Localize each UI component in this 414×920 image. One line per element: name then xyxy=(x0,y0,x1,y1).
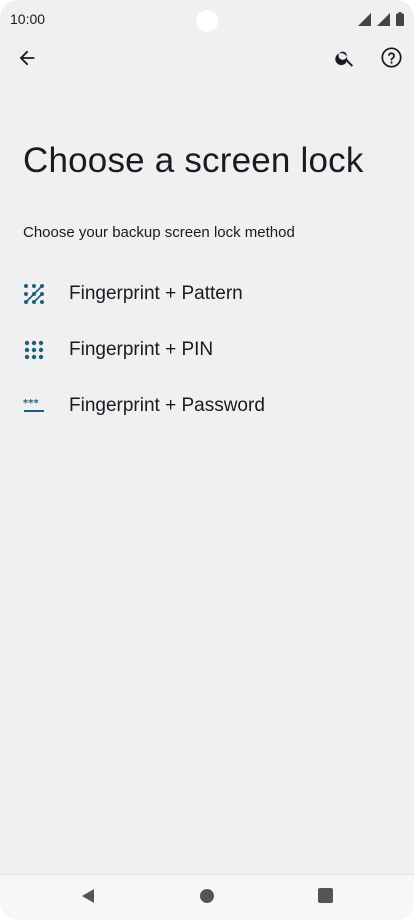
status-icons xyxy=(358,12,404,26)
option-fingerprint-pin[interactable]: Fingerprint + PIN xyxy=(0,322,414,378)
search-button[interactable] xyxy=(325,40,365,80)
screen-lock-options: Fingerprint + Pattern Fingerprint + PIN … xyxy=(0,266,414,434)
nav-home-icon xyxy=(199,888,215,909)
option-label: Fingerprint + Password xyxy=(69,395,265,416)
back-button[interactable] xyxy=(7,40,47,80)
option-fingerprint-pattern[interactable]: Fingerprint + Pattern xyxy=(0,266,414,322)
option-label: Fingerprint + PIN xyxy=(69,339,214,360)
status-bar: 10:00 xyxy=(0,0,414,38)
nav-recents-button[interactable] xyxy=(312,885,338,911)
nav-back-button[interactable] xyxy=(75,885,101,911)
nav-home-button[interactable] xyxy=(194,885,220,911)
password-icon: *** xyxy=(22,394,46,418)
svg-text:***: *** xyxy=(23,398,39,409)
page-subtitle: Choose your backup screen lock method xyxy=(23,224,295,241)
option-label: Fingerprint + Pattern xyxy=(69,283,243,304)
nav-recents-icon xyxy=(317,888,333,908)
back-arrow-icon xyxy=(16,47,38,74)
cell-signal-icon xyxy=(377,13,390,26)
wifi-signal-icon xyxy=(358,13,371,26)
navigation-bar xyxy=(0,874,414,920)
page-title: Choose a screen lock xyxy=(23,141,364,180)
app-bar xyxy=(0,40,414,84)
camera-cutout xyxy=(196,10,218,32)
search-icon xyxy=(334,47,356,74)
option-fingerprint-password[interactable]: *** Fingerprint + Password xyxy=(0,378,414,434)
pin-icon xyxy=(22,338,46,362)
battery-icon xyxy=(396,12,404,26)
status-time: 10:00 xyxy=(10,11,46,27)
help-icon xyxy=(380,46,403,74)
pattern-icon xyxy=(22,282,46,306)
help-button[interactable] xyxy=(371,40,411,80)
nav-back-icon xyxy=(80,888,96,909)
phone-screen: 10:00 Choose a screen lock Choose your b… xyxy=(0,0,414,920)
